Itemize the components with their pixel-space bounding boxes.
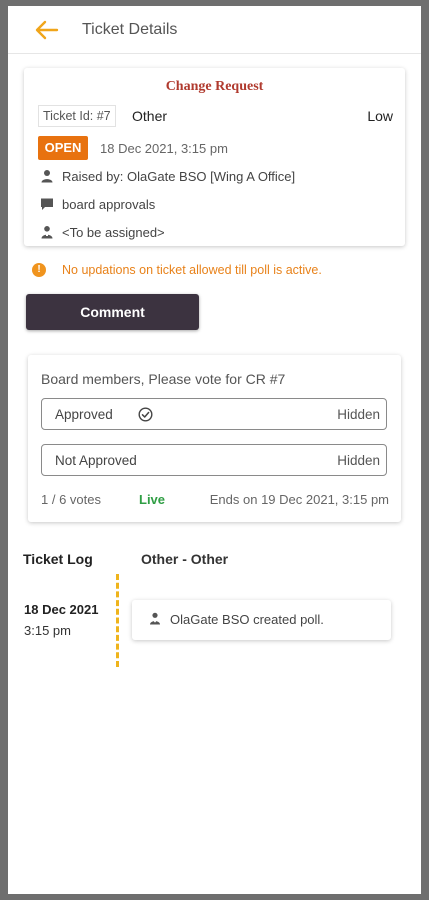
poll-question: Board members, Please vote for CR #7 <box>41 371 286 387</box>
ticket-type-title: Change Request <box>165 79 264 94</box>
ticket-id-label: Ticket Id: #7 <box>38 105 116 127</box>
raised-by-text: Raised by: OlaGate BSO [Wing A Office] <box>62 169 296 184</box>
log-entry-text: OlaGate BSO created poll. <box>170 612 324 627</box>
log-entry-time: 3:15 pm <box>24 623 71 638</box>
warning-text: No updations on ticket allowed till poll… <box>62 263 322 277</box>
poll-end-date: Ends on 19 Dec 2021, 3:15 pm <box>209 492 389 507</box>
poll-option-label: Not Approved <box>55 453 137 468</box>
log-entry-card: OlaGate BSO created poll. <box>132 600 391 640</box>
poll-option-label: Approved <box>55 407 113 422</box>
log-entry-date: 18 Dec 2021 <box>24 602 99 617</box>
poll-option-result: Hidden <box>337 453 380 468</box>
vote-count: 1 / 6 votes <box>41 492 101 507</box>
ticket-log-heading: Ticket Log <box>23 551 93 567</box>
status-badge: OPEN <box>38 136 88 160</box>
arrow-left-icon[interactable] <box>32 19 60 41</box>
poll-card: Board members, Please vote for CR #7 App… <box>28 355 401 522</box>
ticket-log-filter: Other - Other <box>141 551 229 567</box>
check-circle-icon <box>138 407 153 422</box>
page-title: Ticket Details <box>82 21 178 38</box>
ticket-category: Other <box>132 108 168 124</box>
person-icon <box>41 170 53 183</box>
comment-icon <box>41 198 53 210</box>
timeline-line <box>116 574 119 667</box>
subcategory-text: board approvals <box>62 197 156 212</box>
comment-button[interactable]: Comment <box>26 294 199 330</box>
ticket-priority: Low <box>367 108 393 124</box>
app-screen: Ticket Details Change Request Ticket Id:… <box>8 6 421 894</box>
ticket-created-date: 18 Dec 2021, 3:15 pm <box>100 141 228 156</box>
assignee-text: <To be assigned> <box>62 225 165 240</box>
assignee-icon <box>41 226 53 239</box>
poll-status: Live <box>139 492 166 507</box>
info-icon: ! <box>32 263 46 277</box>
poll-option-result: Hidden <box>337 407 380 422</box>
poll-option-not-approved[interactable]: Not Approved Hidden <box>41 444 387 476</box>
ticket-summary-card: Change Request Ticket Id: #7 Other Low O… <box>24 68 405 246</box>
poll-option-approved[interactable]: Approved Hidden <box>41 398 387 430</box>
person-icon <box>150 612 160 625</box>
app-header: Ticket Details <box>8 6 421 54</box>
